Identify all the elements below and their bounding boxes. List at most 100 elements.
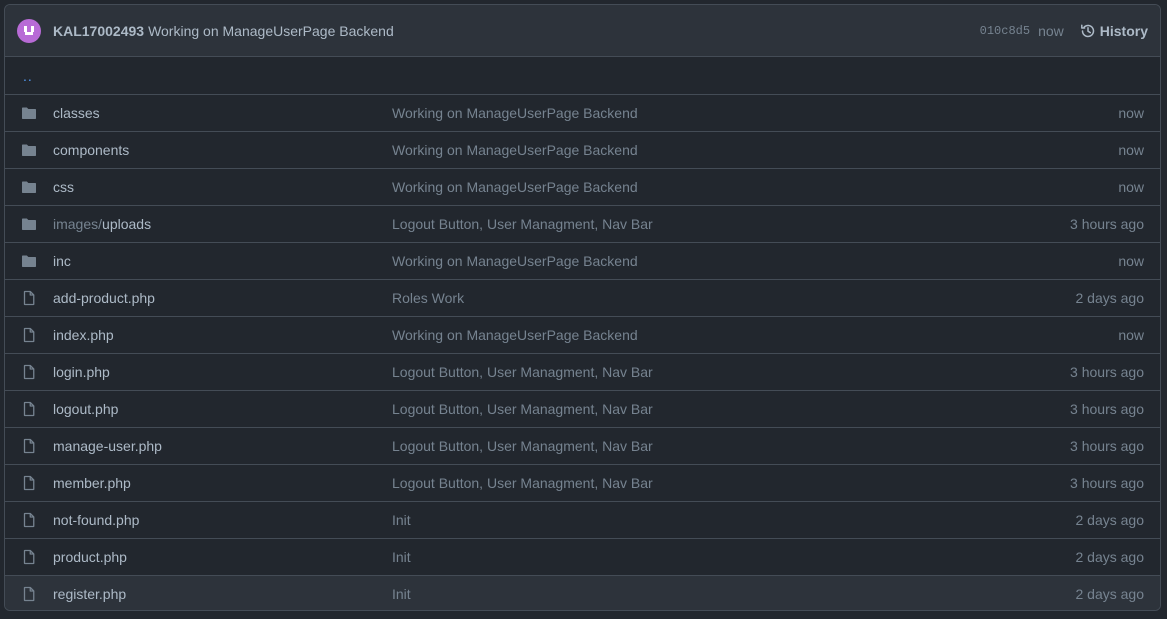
file-name[interactable]: images/uploads [53,216,392,232]
history-label: History [1099,22,1148,39]
file-commit-message[interactable]: Logout Button, User Managment, Nav Bar [392,401,1070,417]
file-age: now [1118,253,1144,269]
avatar-icon [24,25,34,35]
file-name[interactable]: css [53,179,392,195]
commit-author[interactable]: KAL17002493 [53,23,144,39]
file-row-product-php[interactable]: product.php Init 2 days ago [5,538,1160,575]
file-name[interactable]: logout.php [53,401,392,417]
folder-row-css[interactable]: css Working on ManageUserPage Backend no… [5,168,1160,205]
file-name-main[interactable]: components [53,142,129,158]
file-name-main[interactable]: login.php [53,364,110,380]
file-commit-message[interactable]: Working on ManageUserPage Backend [392,327,1118,343]
file-name-main[interactable]: register.php [53,586,126,602]
file-name-main[interactable]: inc [53,253,71,269]
file-name-main[interactable]: not-found.php [53,512,139,528]
file-name-main[interactable]: css [53,179,74,195]
commit-time: now [1038,22,1064,39]
file-row-add-product-php[interactable]: add-product.php Roles Work 2 days ago [5,279,1160,316]
file-name[interactable]: index.php [53,327,392,343]
file-name[interactable]: member.php [53,475,392,491]
file-icon [21,438,37,454]
file-icon [23,475,35,491]
file-name[interactable]: register.php [53,586,392,602]
file-name[interactable]: product.php [53,549,392,565]
file-commit-message[interactable]: Init [392,549,1076,565]
file-age: 2 days ago [1075,549,1145,565]
file-name-main[interactable]: member.php [53,475,131,491]
file-icon [21,512,37,528]
folder-icon [22,255,36,267]
file-age: now [1118,327,1144,343]
file-row-not-found-php[interactable]: not-found.php Init 2 days ago [5,501,1160,538]
file-age: 3 hours ago [1070,475,1144,491]
file-commit-message[interactable]: Logout Button, User Managment, Nav Bar [392,438,1070,454]
folder-row-components[interactable]: components Working on ManageUserPage Bac… [5,131,1160,168]
file-age: 2 days ago [1075,512,1145,528]
file-name-main[interactable]: index.php [53,327,114,343]
folder-icon [22,181,36,193]
commit-sha[interactable]: 010c8d5 [980,24,1030,38]
file-icon [23,290,35,306]
folder-icon [22,218,36,230]
file-age: 3 hours ago [1070,216,1144,232]
history-button[interactable]: History [1080,23,1148,39]
file-icon [23,586,35,602]
avatar[interactable] [17,18,41,43]
file-icon [23,364,35,380]
file-icon [21,586,37,602]
folder-row-classes[interactable]: classes Working on ManageUserPage Backen… [5,94,1160,131]
file-name[interactable]: inc [53,253,392,269]
file-name-main[interactable]: product.php [53,549,127,565]
file-name-main[interactable]: manage-user.php [53,438,162,454]
file-commit-message[interactable]: Working on ManageUserPage Backend [392,253,1118,269]
parent-directory-row[interactable]: .. [5,57,1160,94]
file-commit-message[interactable]: Roles Work [392,290,1076,306]
history-icon [1080,23,1095,37]
file-name[interactable]: components [53,142,392,158]
file-age: now [1118,142,1144,158]
file-commit-message[interactable]: Logout Button, User Managment, Nav Bar [392,364,1070,380]
file-row-login-php[interactable]: login.php Logout Button, User Managment,… [5,353,1160,390]
parent-directory-link[interactable]: .. [21,68,33,84]
file-row-member-php[interactable]: member.php Logout Button, User Managment… [5,464,1160,501]
file-commit-message[interactable]: Logout Button, User Managment, Nav Bar [392,216,1070,232]
file-commit-message[interactable]: Working on ManageUserPage Backend [392,179,1118,195]
file-name[interactable]: not-found.php [53,512,392,528]
folder-icon [21,142,37,158]
file-commit-message[interactable]: Working on ManageUserPage Backend [392,142,1118,158]
folder-icon [21,179,37,195]
commit-message[interactable]: Working on ManageUserPage Backend [148,23,394,39]
file-name-prefix[interactable]: images/ [53,216,102,232]
file-name-main[interactable]: classes [53,105,100,121]
file-name[interactable]: classes [53,105,392,121]
file-commit-message[interactable]: Init [392,586,1076,602]
file-name-main[interactable]: logout.php [53,401,118,417]
file-row-register-php[interactable]: register.php Init 2 days ago [5,575,1160,610]
file-name[interactable]: login.php [53,364,392,380]
file-commit-message[interactable]: Working on ManageUserPage Backend [392,105,1118,121]
file-age: now [1118,179,1144,195]
file-icon [23,549,35,565]
file-age: 2 days ago [1075,290,1145,306]
folder-icon [22,144,36,156]
folder-icon [21,253,37,269]
file-commit-message[interactable]: Logout Button, User Managment, Nav Bar [392,475,1070,491]
file-icon [21,549,37,565]
file-icon [21,290,37,306]
file-row-index-php[interactable]: index.php Working on ManageUserPage Back… [5,316,1160,353]
file-name-main[interactable]: add-product.php [53,290,155,306]
file-icon [21,475,37,491]
file-icon [21,401,37,417]
file-commit-message[interactable]: Init [392,512,1076,528]
latest-commit-header: KAL17002493 Working on ManageUserPage Ba… [5,5,1160,57]
file-age: 2 days ago [1075,586,1145,602]
file-icon [21,364,37,380]
folder-row-uploads[interactable]: images/uploads Logout Button, User Manag… [5,205,1160,242]
file-row-manage-user-php[interactable]: manage-user.php Logout Button, User Mana… [5,427,1160,464]
file-name[interactable]: add-product.php [53,290,392,306]
folder-row-inc[interactable]: inc Working on ManageUserPage Backend no… [5,242,1160,279]
file-name-main[interactable]: uploads [102,216,151,232]
file-icon [23,438,35,454]
file-row-logout-php[interactable]: logout.php Logout Button, User Managment… [5,390,1160,427]
file-name[interactable]: manage-user.php [53,438,392,454]
